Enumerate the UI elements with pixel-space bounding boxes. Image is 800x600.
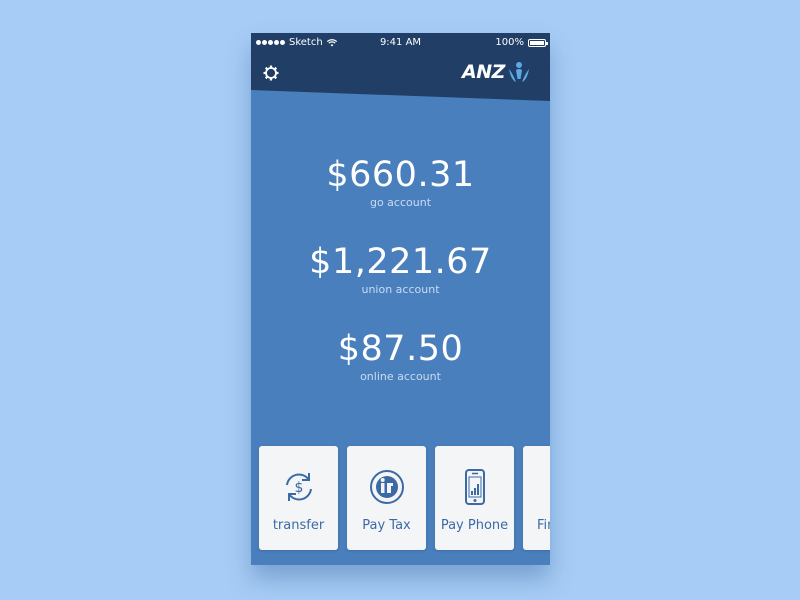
partial-card[interactable]: Fin: [523, 446, 550, 550]
logo-text: ANZ: [462, 61, 505, 83]
card-label: Pay Tax: [362, 518, 411, 533]
account-online[interactable]: $87.50 online account: [251, 329, 550, 384]
stage: Sketch 9:41 AM 100% ANZ $660.31 go accou…: [0, 0, 800, 600]
account-balance: $660.31: [326, 155, 475, 195]
transfer-card[interactable]: $ transfer: [259, 446, 338, 550]
account-label: online account: [360, 370, 441, 383]
tax-icon: [370, 470, 404, 504]
quick-actions: $ transfer Pay Tax Pay Phone Fi: [259, 446, 550, 550]
battery-percent: 100%: [495, 37, 524, 48]
phone-icon: [465, 469, 485, 505]
dollar-refresh-icon: $: [286, 473, 312, 501]
anz-people-logo-icon: [508, 62, 529, 82]
settings-button[interactable]: [261, 63, 281, 83]
account-balance: $1,221.67: [309, 242, 492, 282]
status-right: 100%: [495, 33, 548, 53]
account-balance: $87.50: [337, 329, 464, 369]
card-label: Fin: [537, 518, 550, 533]
card-label: Pay Phone: [440, 518, 509, 533]
card-label: transfer: [272, 518, 325, 533]
account-union[interactable]: $1,221.67 union account: [251, 242, 550, 297]
anz-logo: ANZ: [462, 60, 536, 84]
account-go[interactable]: $660.31 go account: [251, 155, 550, 210]
gear-icon: [263, 65, 279, 81]
battery-icon: [528, 39, 548, 47]
phone-screen: Sketch 9:41 AM 100% ANZ $660.31 go accou…: [251, 33, 550, 565]
pay-phone-card[interactable]: Pay Phone: [435, 446, 514, 550]
status-bar: Sketch 9:41 AM 100%: [251, 33, 550, 53]
account-label: go account: [369, 196, 432, 209]
account-label: union account: [361, 283, 440, 296]
pay-tax-card[interactable]: Pay Tax: [347, 446, 426, 550]
svg-text:$: $: [295, 480, 304, 496]
